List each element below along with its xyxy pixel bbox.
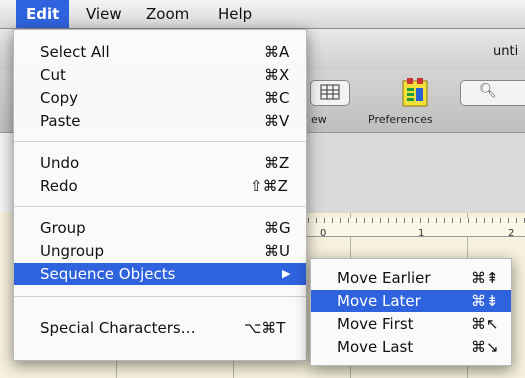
menu-item-label: Move First (337, 315, 414, 333)
menu-item-label: Ungroup (40, 242, 105, 260)
magnifier-icon: 🔍︎ (479, 83, 497, 99)
grid-icon (320, 84, 340, 100)
shortcut-label: ⌘C (264, 89, 290, 107)
shortcut-label: ⌘⇟ (471, 292, 499, 310)
shortcut-label: ⇧⌘Z (250, 177, 288, 195)
menu-item-sequence-objects[interactable]: Sequence Objects ▶ (14, 263, 306, 285)
menu-view[interactable]: View (76, 0, 132, 28)
menu-item-label: Sequence Objects (40, 265, 176, 283)
shortcut-label: ⌘↘ (471, 338, 499, 356)
document-title: unti (493, 44, 519, 59)
view-toolbar-label: ew (311, 113, 327, 126)
menu-item-cut[interactable]: Cut ⌘X (14, 64, 306, 86)
menu-zoom[interactable]: Zoom (136, 0, 199, 28)
menu-item-move-first[interactable]: Move First ⌘↖ (311, 313, 511, 335)
shortcut-label: ⌘↖ (471, 315, 499, 333)
view-toolbar-button[interactable] (310, 80, 350, 106)
menu-item-special-characters[interactable]: Special Characters… ⌥⌘T (14, 317, 306, 339)
menu-item-label: Paste (40, 112, 81, 130)
zoom-toolbar-button[interactable]: 🔍︎ (460, 80, 525, 106)
menu-help[interactable]: Help (208, 0, 262, 28)
shortcut-label: ⌘⇞ (471, 269, 499, 287)
menu-item-label: Cut (40, 66, 66, 84)
menu-item-label: Redo (40, 177, 78, 195)
menu-item-move-later[interactable]: Move Later ⌘⇟ (311, 290, 511, 312)
preferences-icon[interactable] (402, 77, 428, 107)
edit-menu: Select All ⌘A Cut ⌘X Copy ⌘C Paste ⌘V Un… (13, 29, 307, 361)
menu-bar: Edit View Zoom Help (0, 0, 525, 29)
preferences-toolbar-label: Preferences (368, 113, 433, 126)
menu-item-copy[interactable]: Copy ⌘C (14, 87, 306, 109)
menu-item-group[interactable]: Group ⌘G (14, 217, 306, 239)
sequence-objects-submenu: Move Earlier ⌘⇞ Move Later ⌘⇟ Move First… (310, 258, 512, 366)
shortcut-label: ⌘X (264, 66, 290, 84)
shortcut-label: ⌥⌘T (244, 319, 286, 337)
ruler-label: 1 (418, 228, 425, 239)
menu-item-redo[interactable]: Redo ⇧⌘Z (14, 175, 306, 197)
menu-separator (14, 141, 306, 142)
ruler-label: 2 (508, 228, 515, 239)
shortcut-label: ⌘A (264, 43, 290, 61)
menu-item-label: Move Later (337, 292, 421, 310)
ruler-label: 0 (320, 228, 327, 239)
menu-item-label: Group (40, 219, 86, 237)
shortcut-label: ⌘U (264, 242, 290, 260)
menu-item-label: Move Last (337, 338, 414, 356)
menu-separator (14, 296, 306, 297)
menu-item-undo[interactable]: Undo ⌘Z (14, 152, 306, 174)
menu-item-paste[interactable]: Paste ⌘V (14, 110, 306, 132)
menu-item-label: Select All (40, 43, 110, 61)
menu-separator (14, 206, 306, 207)
shortcut-label: ⌘V (264, 112, 290, 130)
submenu-arrow-icon: ▶ (282, 267, 291, 280)
menu-item-label: Copy (40, 89, 79, 107)
menu-item-label: Move Earlier (337, 269, 431, 287)
menu-item-label: Undo (40, 154, 80, 172)
menu-item-ungroup[interactable]: Ungroup ⌘U (14, 240, 306, 262)
menu-edit[interactable]: Edit (16, 0, 70, 28)
shortcut-label: ⌘Z (264, 154, 290, 172)
ruler (300, 218, 525, 237)
menu-item-label: Special Characters… (40, 319, 196, 337)
menu-item-move-last[interactable]: Move Last ⌘↘ (311, 336, 511, 358)
shortcut-label: ⌘G (264, 219, 291, 237)
menu-item-move-earlier[interactable]: Move Earlier ⌘⇞ (311, 267, 511, 289)
menu-item-select-all[interactable]: Select All ⌘A (14, 41, 306, 63)
